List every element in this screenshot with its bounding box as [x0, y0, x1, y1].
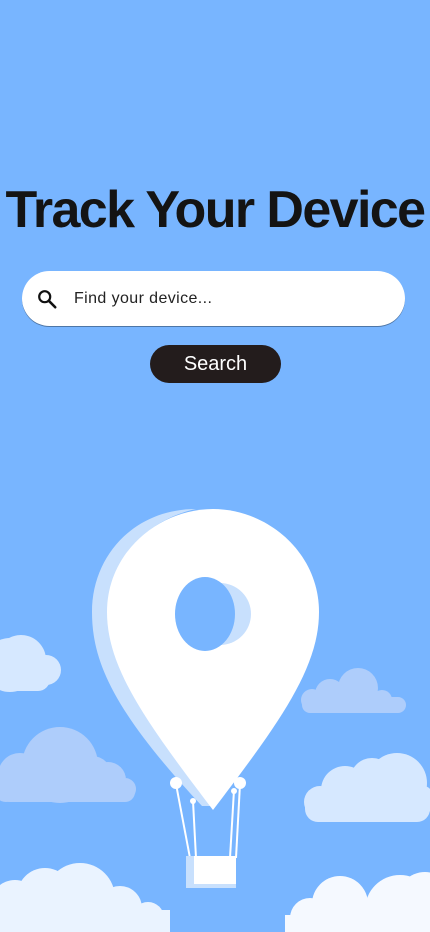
cloud-left-mid: [0, 727, 136, 803]
search-input[interactable]: [74, 271, 384, 326]
pin-hole: [175, 577, 235, 651]
search-icon: [38, 290, 57, 309]
track-device-screen: Track Your Device Search: [0, 0, 430, 932]
search-bar[interactable]: [22, 271, 405, 326]
basket: [194, 856, 236, 884]
page-title: Track Your Device: [5, 181, 427, 239]
cloud-bottom-right: [285, 872, 430, 932]
location-pin-balloon-illustration: [0, 509, 430, 932]
cloud-right-small: [301, 668, 406, 713]
location-pin: [107, 509, 319, 810]
cloud-right-middle: [304, 753, 430, 822]
cloud-bottom-left: [0, 863, 170, 932]
search-button[interactable]: Search: [150, 345, 281, 383]
cloud-left-upper: [0, 635, 61, 692]
